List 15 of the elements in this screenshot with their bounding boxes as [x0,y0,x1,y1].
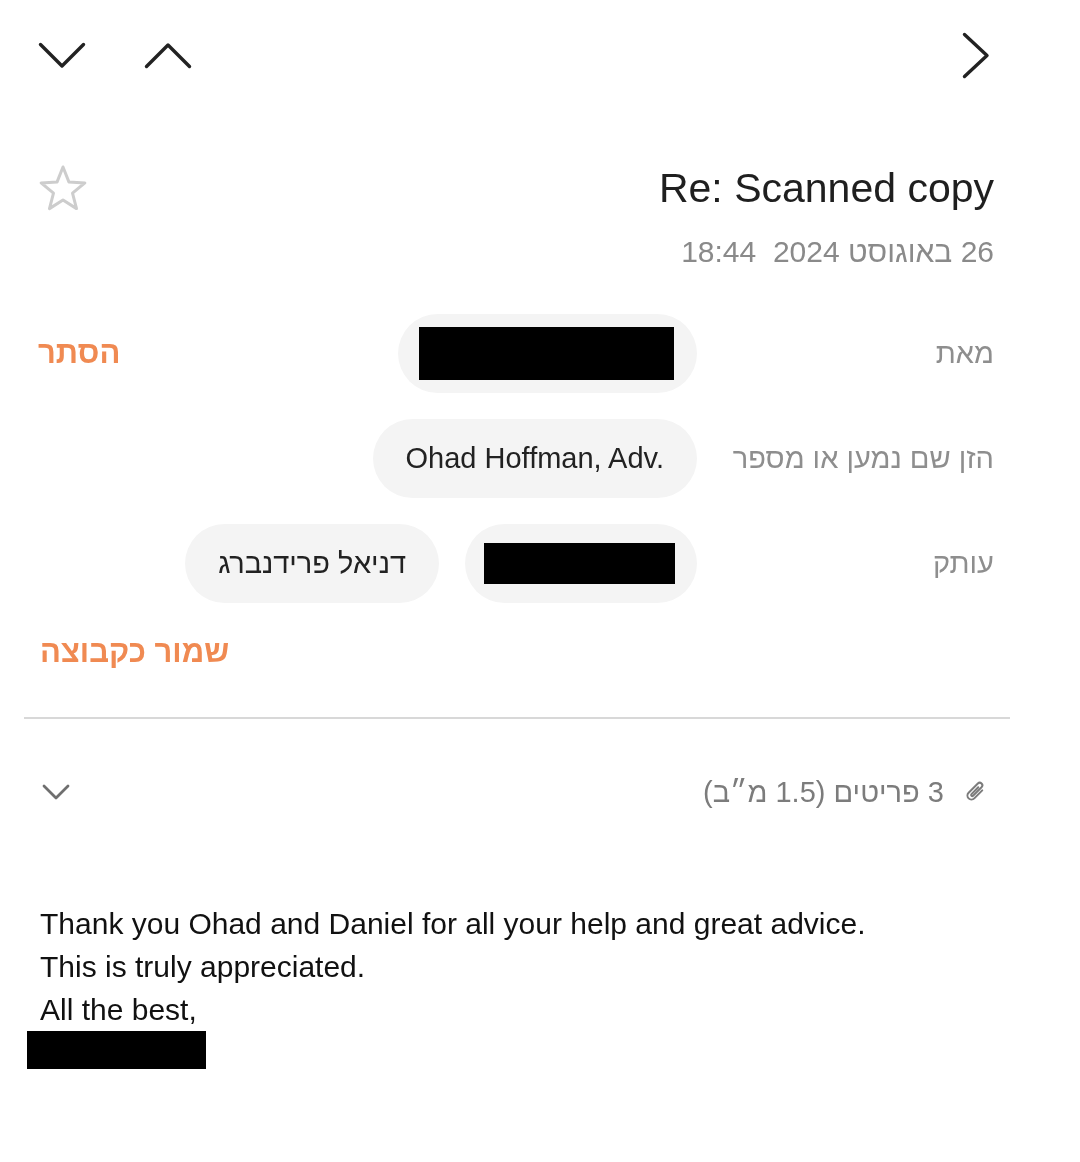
email-subject: Re: Scanned copy [658,164,994,213]
email-body-text: Thank you Ohad and Daniel for all your help and great advice. This is truly appreciated. All the best, [40,906,866,1028]
chevron-right-icon[interactable] [962,31,990,79]
save-as-group-link[interactable]: שמור כקבוצה [40,632,230,672]
recipient-chip[interactable]: Ohad Hoffman, Adv. [372,419,697,498]
field-label: עותק [932,545,994,581]
attachments-summary[interactable]: 3 פריטים (1.5 מ״ב) [703,772,944,812]
date-time-text: 26 באוגוסט 2024 18:44 [681,234,994,270]
chevron-down-icon[interactable] [38,41,86,69]
field-label: מאת [934,335,994,371]
hide-link[interactable]: הסתר [38,330,121,377]
recipient-chip[interactable]: דניאל פרידנברג [185,524,439,603]
chevron-up-icon[interactable] [144,41,192,69]
star-icon[interactable] [38,164,88,212]
recipient-hint-label: הזן שם נמען או מספר [731,440,994,476]
